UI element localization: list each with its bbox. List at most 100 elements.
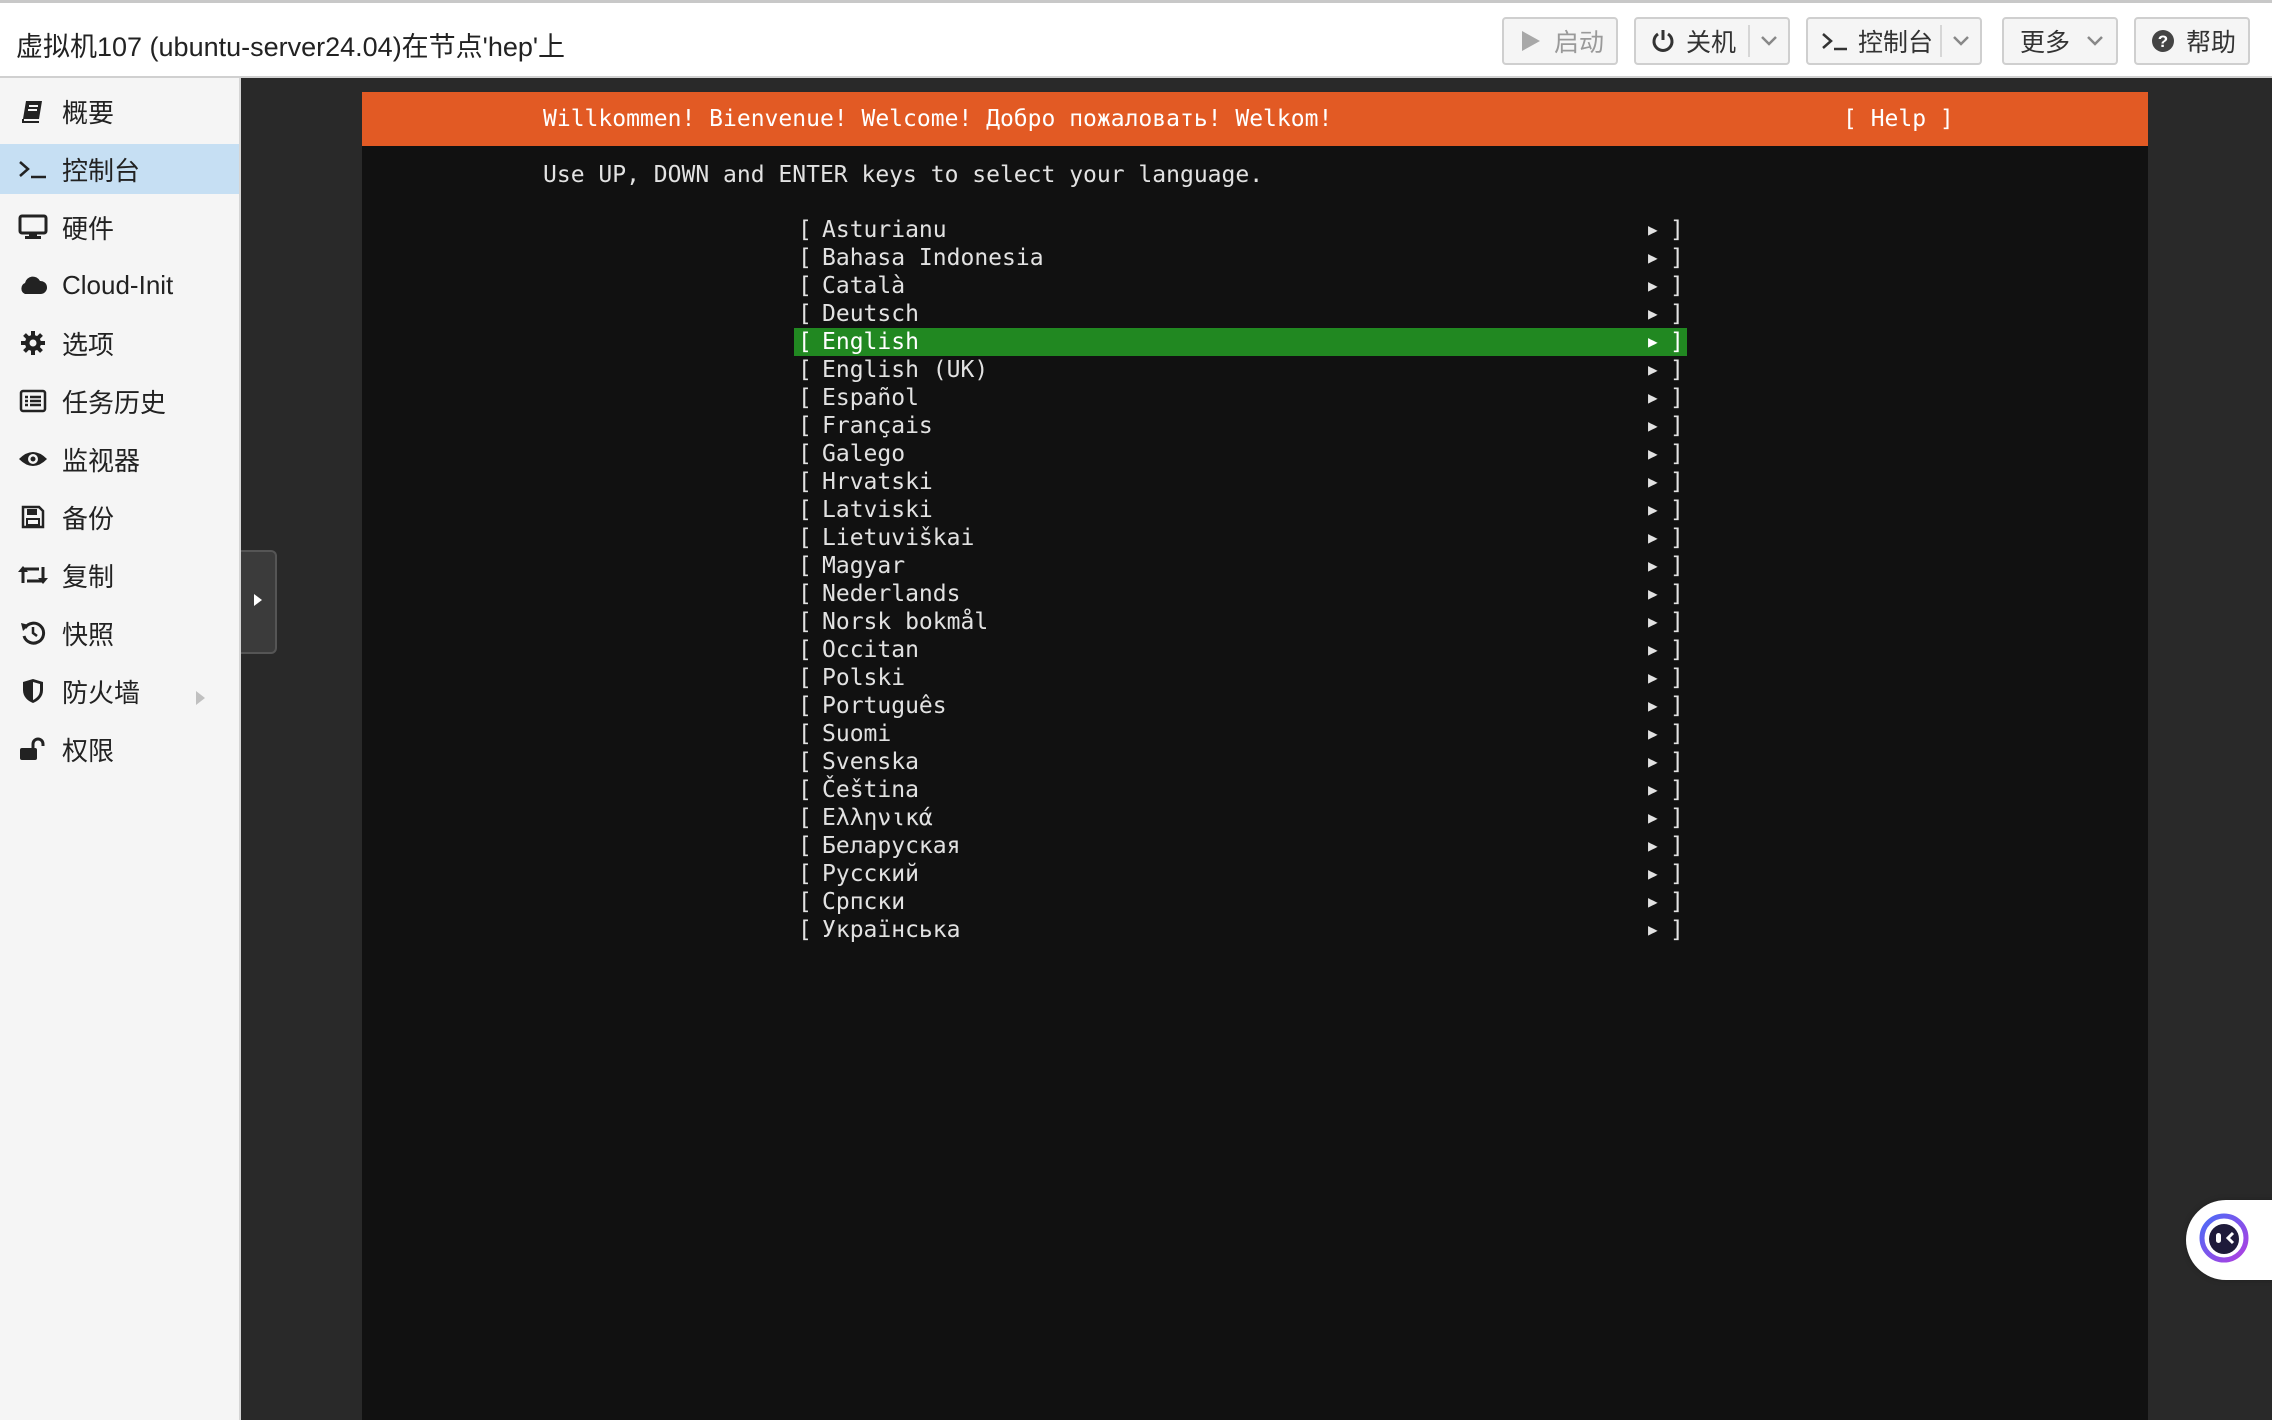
bracket-close: ] [1670, 693, 1684, 719]
bracket-open: [ [798, 861, 812, 887]
language-option[interactable]: [ Suomi ▶] [794, 720, 1687, 748]
desktop-icon [16, 214, 50, 240]
question-circle-icon: ? [2148, 29, 2178, 53]
language-option[interactable]: [Norsk bokmål ▶] [794, 608, 1687, 636]
chevron-down-icon[interactable] [1758, 29, 1780, 53]
expand-arrow-icon[interactable] [194, 683, 206, 714]
bracket-close: ] [1670, 497, 1684, 523]
caret-right-icon [252, 592, 264, 613]
sidebar-toggle-handle[interactable] [241, 550, 277, 654]
language-name: Svenska [822, 749, 919, 775]
language-option[interactable]: [Русский ▶] [794, 860, 1687, 888]
language-option[interactable]: [English ▶] [794, 328, 1687, 356]
language-option[interactable]: [Deutsch ▶] [794, 300, 1687, 328]
language-option[interactable]: [Nederlands ▶] [794, 580, 1687, 608]
bracket-open: [ [798, 413, 812, 439]
submenu-arrow-icon: ▶ [1648, 668, 1658, 687]
bracket-close: ] [1670, 609, 1684, 635]
vnc-terminal-screen[interactable]: Willkommen! Bienvenue! Welcome! Добро по… [362, 92, 2148, 1420]
sidebar-item-label: 概要 [62, 97, 115, 128]
sidebar-item-snapshot[interactable]: 快照 [0, 608, 239, 658]
assistant-floating-button[interactable] [2186, 1200, 2272, 1280]
sidebar-item-console[interactable]: 控制台 [0, 144, 239, 194]
language-name: Magyar [822, 553, 906, 579]
start-button[interactable]: 启动 [1502, 17, 1618, 65]
sidebar-item-hardware[interactable]: 硬件 [0, 202, 239, 252]
submenu-arrow-icon: ▶ [1648, 892, 1658, 911]
language-option[interactable]: [Hrvatski ▶] [794, 468, 1687, 496]
language-option[interactable]: [Latviski ▶] [794, 496, 1687, 524]
bracket-close: ] [1670, 749, 1684, 775]
console-button[interactable]: 控制台 [1806, 17, 1982, 65]
language-option[interactable]: [ Svenska ▶] [794, 748, 1687, 776]
sidebar-item-firewall[interactable]: 防火墙 [0, 666, 239, 716]
bracket-close: ] [1670, 273, 1684, 299]
language-name: Hrvatski [822, 469, 933, 495]
cloud-icon [16, 274, 50, 296]
submenu-arrow-icon: ▶ [1648, 724, 1658, 743]
language-name: Français [822, 413, 933, 439]
language-option[interactable]: [Català ▶] [794, 272, 1687, 300]
bracket-open: [ [798, 217, 812, 243]
language-option[interactable]: [Ελληνικά ▶] [794, 804, 1687, 832]
more-button[interactable]: 更多 [2002, 17, 2118, 65]
history-icon [16, 620, 50, 646]
bracket-open: [ [798, 721, 812, 747]
bracket-close: ] [1670, 525, 1684, 551]
bracket-close: ] [1670, 833, 1684, 859]
sidebar-item-monitor[interactable]: 监视器 [0, 434, 239, 484]
sidebar-item-permissions[interactable]: 权限 [0, 724, 239, 774]
bracket-open: [ [798, 553, 812, 579]
language-option[interactable]: [Occitan ▶] [794, 636, 1687, 664]
submenu-arrow-icon: ▶ [1648, 220, 1658, 239]
language-option[interactable]: [Српски ▶] [794, 888, 1687, 916]
language-option[interactable]: [Asturianu ▶] [794, 216, 1687, 244]
bracket-close: ] [1670, 861, 1684, 887]
language-option[interactable]: [Polski ▶] [794, 664, 1687, 692]
language-option[interactable]: [Українська ▶] [794, 916, 1687, 944]
sidebar-item-backup[interactable]: 备份 [0, 492, 239, 542]
bracket-open: [ [798, 469, 812, 495]
sidebar-item-label: 复制 [62, 561, 115, 592]
language-option[interactable]: [Magyar ▶] [794, 552, 1687, 580]
submenu-arrow-icon: ▶ [1648, 584, 1658, 603]
language-option[interactable]: [Bahasa Indonesia ▶] [794, 244, 1687, 272]
language-option[interactable]: [Čeština ▶] [794, 776, 1687, 804]
language-name: Nederlands [822, 581, 961, 607]
bracket-close: ] [1670, 721, 1684, 747]
help-link[interactable]: [ Help ] [1843, 106, 1954, 132]
bracket-open: [ [798, 441, 812, 467]
language-option[interactable]: [English (UK) ▶] [794, 356, 1687, 384]
chevron-down-icon[interactable] [1950, 29, 1972, 53]
submenu-arrow-icon: ▶ [1648, 836, 1658, 855]
language-option[interactable]: [Português ▶] [794, 692, 1687, 720]
bracket-close: ] [1670, 805, 1684, 831]
language-name: Català [822, 273, 906, 299]
split-divider [1940, 25, 1942, 57]
language-option[interactable]: [Lietuviškai ▶] [794, 524, 1687, 552]
shutdown-button[interactable]: 关机 [1634, 17, 1790, 65]
sidebar-item-summary[interactable]: 概要 [0, 86, 239, 136]
sidebar-item-cloud-init[interactable]: Cloud-Init [0, 260, 239, 310]
language-name: Lietuviškai [822, 525, 975, 551]
language-name: Српски [822, 889, 906, 915]
submenu-arrow-icon: ▶ [1648, 752, 1658, 771]
bracket-open: [ [798, 581, 812, 607]
language-name: Deutsch [822, 301, 919, 327]
sidebar-item-replication[interactable]: 复制 [0, 550, 239, 600]
submenu-arrow-icon: ▶ [1648, 500, 1658, 519]
language-option[interactable]: [Français ▶] [794, 412, 1687, 440]
submenu-arrow-icon: ▶ [1648, 360, 1658, 379]
bracket-open: [ [798, 749, 812, 775]
sidebar-item-label: 选项 [62, 329, 115, 360]
language-option[interactable]: [Galego ▶] [794, 440, 1687, 468]
language-option[interactable]: [Español ▶] [794, 384, 1687, 412]
language-name: Українська [822, 917, 961, 943]
language-name: Suomi [822, 721, 892, 747]
sidebar-item-task-history[interactable]: 任务历史 [0, 376, 239, 426]
language-name: Čeština [822, 777, 919, 803]
help-button[interactable]: ? 帮助 [2134, 17, 2250, 65]
language-option[interactable]: [Беларуская ▶] [794, 832, 1687, 860]
sidebar-item-options[interactable]: 选项 [0, 318, 239, 368]
split-divider [1748, 25, 1750, 57]
